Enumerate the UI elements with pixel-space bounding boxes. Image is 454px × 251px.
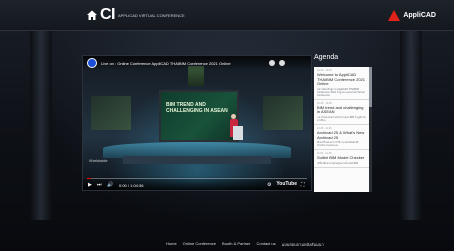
footer-link-survey[interactable]: แบบสอบถามหลังสัมมนา [282, 241, 324, 248]
brand-subtitle: AppliCAD VIRTUAL CONFERENCE [118, 12, 185, 18]
video-watermark: Worldwide [89, 158, 108, 163]
video-title-bar: Live on : Online Conference AppliCAD THA… [83, 56, 311, 70]
footer: Home Online Conference Booth & Partner C… [0, 238, 454, 251]
podium [233, 126, 243, 140]
pillar [400, 30, 422, 220]
footer-nav: Home Online Conference Booth & Partner C… [166, 241, 324, 248]
stage-main-screen: BIM TREND AND CHALLENGING IN ASEAN [159, 90, 239, 142]
agenda-desc: ฟีเจอร์ใหม่และการใช้งาน Archicad 25 สำหร… [317, 141, 359, 148]
fullscreen-icon[interactable]: ⛶ [301, 182, 305, 188]
pillar [30, 30, 52, 220]
home-icon[interactable] [86, 9, 98, 21]
scroll-thumb[interactable] [369, 67, 372, 107]
video-frame: BIM TREND AND CHALLENGING IN ASEAN World… [83, 56, 311, 190]
agenda-heading: Agenda [314, 54, 339, 61]
brand-logo[interactable]: CI AppliCAD VIRTUAL CONFERENCE [100, 6, 185, 24]
share-icon[interactable] [279, 60, 285, 66]
stage-step [123, 156, 271, 164]
ci-logo-mark: CI [100, 6, 116, 23]
volume-icon[interactable]: 🔊 [107, 182, 113, 188]
agenda-scrollbar[interactable] [369, 67, 372, 192]
agenda-panel: Agenda 10:00 - 10:15 Welcome to AppliCAD… [314, 54, 374, 192]
channel-avatar[interactable] [87, 58, 97, 68]
agenda-title: Archicad 25 & What's New Archicad 25 [317, 129, 365, 140]
applicad-logo[interactable]: AppliCAD [388, 10, 436, 21]
progress-fill [87, 178, 92, 179]
footer-link-online-conference[interactable]: Online Conference [183, 241, 216, 248]
agenda-item[interactable]: 10:45 - 11:15 Archicad 25 & What's New A… [314, 125, 369, 151]
agenda-desc: แนวโน้มและความท้าทายของ BIM ในภูมิภาคอาเ… [317, 115, 366, 122]
agenda-title: BIM trend and challenging in ASEAN [317, 104, 364, 115]
watch-later-icon[interactable] [269, 60, 275, 66]
next-icon[interactable]: ⏭ [97, 182, 102, 188]
youtube-logo[interactable]: YouTube [276, 181, 297, 187]
applicad-wordmark: AppliCAD [403, 12, 436, 19]
applicad-triangle-icon [388, 10, 401, 21]
time-display: 0:00 / 1:04:36 [119, 183, 144, 188]
play-icon[interactable]: ▶ [88, 182, 92, 188]
video-player[interactable]: BIM TREND AND CHALLENGING IN ASEAN World… [82, 55, 312, 191]
screen-text: BIM TREND AND CHALLENGING IN ASEAN [166, 102, 228, 114]
progress-bar[interactable] [87, 178, 307, 179]
footer-link-home[interactable]: Home [166, 241, 177, 248]
agenda-desc: กล่าวต้อนรับสู่งาน AppliCAD THAIBIM Conf… [317, 87, 365, 97]
agenda-item[interactable]: 11:15 - 11:45 Solibri BIM Model Checker … [314, 150, 369, 168]
footer-link-contact[interactable]: Contact us [257, 241, 276, 248]
agenda-item[interactable]: 10:00 - 10:15 Welcome to AppliCAD THAIBI… [314, 67, 369, 100]
agenda-desc: เครื่องมือตรวจสอบคุณภาพโมเดล BIM [317, 161, 359, 165]
agenda-title: Welcome to AppliCAD THAIBIM Conference 2… [317, 72, 366, 87]
settings-icon[interactable]: ⚙ [267, 182, 271, 188]
agenda-item[interactable]: 10:15 - 10:45 BIM trend and challenging … [314, 100, 369, 125]
video-title[interactable]: Live on : Online Conference AppliCAD THA… [101, 61, 261, 66]
stage-side-screen [263, 96, 303, 130]
agenda-list[interactable]: 10:00 - 10:15 Welcome to AppliCAD THAIBI… [314, 67, 369, 192]
footer-link-booth-partner[interactable]: Booth & Partner [222, 241, 250, 248]
top-header: CI AppliCAD VIRTUAL CONFERENCE AppliCAD [0, 0, 454, 31]
agenda-title: Solibri BIM Model Checker [317, 155, 365, 161]
stage-side-screen [91, 96, 131, 130]
video-controls: ▶ ⏭ 🔊 0:00 / 1:04:36 ⚙ YouTube ⛶ [83, 176, 311, 190]
